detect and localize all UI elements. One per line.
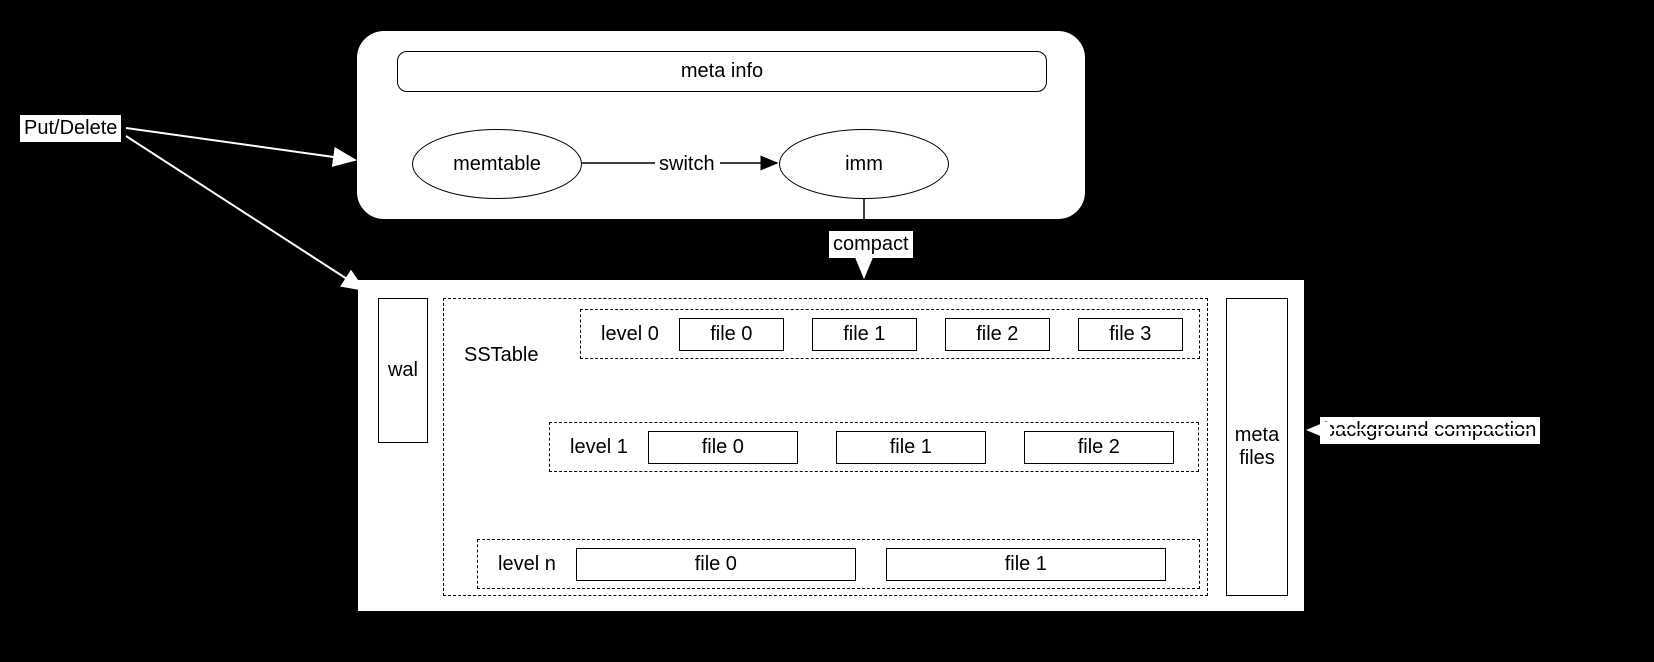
sstable-label: SSTable bbox=[464, 344, 539, 367]
level-0-row: level 0 file 0 file 1 file 2 file 3 bbox=[580, 309, 1200, 359]
level-n-file-1: file 1 bbox=[886, 548, 1166, 581]
background-compaction-label: background compaction bbox=[1320, 417, 1540, 444]
level-1-file-0: file 0 bbox=[648, 431, 798, 464]
level-0-file-3: file 3 bbox=[1078, 318, 1183, 351]
memtable-node: memtable bbox=[412, 129, 582, 199]
level-1-row: level 1 file 0 file 1 file 2 bbox=[549, 422, 1199, 472]
wal-label: wal bbox=[388, 359, 418, 382]
imm-label: imm bbox=[845, 153, 883, 176]
level-0-label: level 0 bbox=[581, 323, 679, 346]
compact-arrow-label: compact bbox=[829, 231, 913, 258]
storage-container: wal SSTable level 0 file 0 file 1 file 2… bbox=[356, 278, 1306, 613]
level-1-file-1: file 1 bbox=[836, 431, 986, 464]
meta-files-box: meta files bbox=[1226, 298, 1288, 596]
level-0-file-1: file 1 bbox=[812, 318, 917, 351]
sstable-container: SSTable level 0 file 0 file 1 file 2 fil… bbox=[443, 298, 1208, 596]
memory-container: meta info memtable switch imm bbox=[356, 30, 1086, 220]
switch-arrow-label: switch bbox=[659, 153, 715, 176]
memtable-label: memtable bbox=[453, 153, 541, 176]
level-0-file-0: file 0 bbox=[679, 318, 784, 351]
arrow-putdelete-wal bbox=[126, 136, 364, 290]
wal-box: wal bbox=[378, 298, 428, 443]
level-n-file-0: file 0 bbox=[576, 548, 856, 581]
level-n-label: level n bbox=[478, 553, 576, 576]
level-n-row: level n file 0 file 1 bbox=[477, 539, 1200, 589]
arrow-putdelete-memtable bbox=[126, 128, 355, 160]
level-1-label: level 1 bbox=[550, 436, 648, 459]
level-0-file-2: file 2 bbox=[945, 318, 1050, 351]
meta-info-box: meta info bbox=[397, 51, 1047, 92]
level-1-file-2: file 2 bbox=[1024, 431, 1174, 464]
input-label: Put/Delete bbox=[20, 115, 121, 142]
imm-node: imm bbox=[779, 129, 949, 199]
